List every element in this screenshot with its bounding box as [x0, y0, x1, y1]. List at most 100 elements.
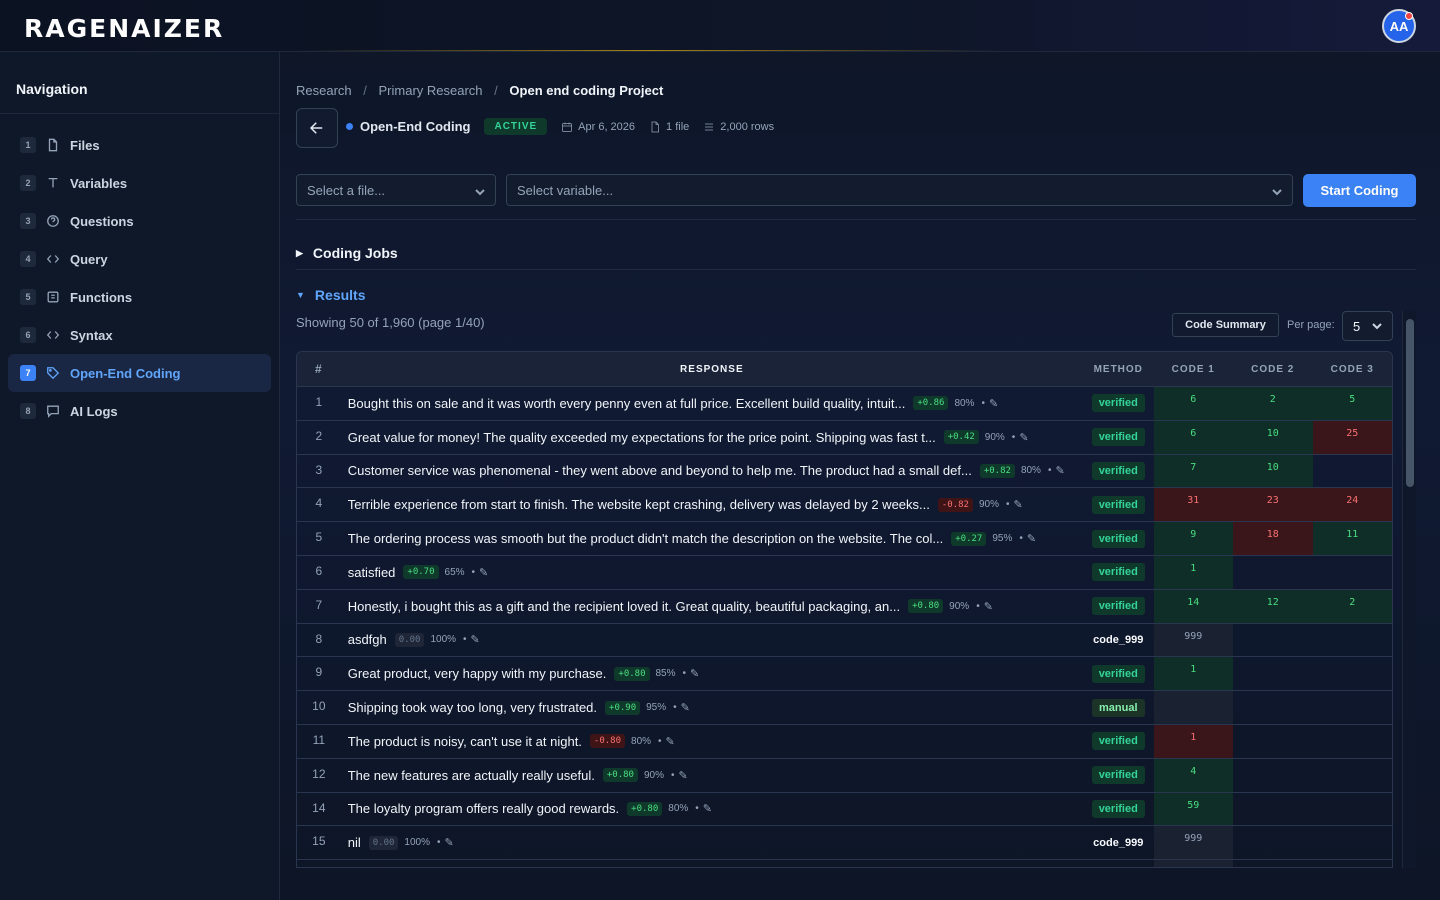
- table-row[interactable]: 7 Honestly, i bought this as a gift and t…: [297, 589, 1392, 624]
- sentiment-score: +0.70: [403, 565, 439, 580]
- code-cell-1[interactable]: 6: [1153, 420, 1234, 454]
- edit-icon[interactable]: ✎: [984, 600, 993, 613]
- variable-select[interactable]: Select variable...: [506, 174, 1293, 206]
- start-coding-button[interactable]: Start Coding: [1303, 174, 1416, 207]
- table-row[interactable]: 12 The new features are actually really u…: [297, 758, 1392, 793]
- code-cell-1[interactable]: 1: [1153, 555, 1234, 589]
- edit-icon[interactable]: ✎: [1019, 431, 1028, 444]
- app-logo[interactable]: RAGENAIZER: [24, 14, 224, 43]
- code-cell-2[interactable]: 12: [1233, 589, 1313, 623]
- edit-icon[interactable]: ✎: [445, 836, 454, 849]
- edit-icon[interactable]: ✎: [681, 701, 690, 714]
- table-row[interactable]: 15 nil 0.00 100% • ✎ code_999 999: [297, 826, 1392, 861]
- sidebar-item-questions[interactable]: 3 Questions: [8, 202, 271, 240]
- code-cell-3[interactable]: [1313, 759, 1392, 792]
- code-cell-1[interactable]: [1153, 691, 1234, 724]
- code-cell-2[interactable]: 10: [1233, 454, 1313, 488]
- code-cell-2[interactable]: [1233, 657, 1312, 690]
- edit-icon[interactable]: ✎: [690, 667, 699, 680]
- edit-icon[interactable]: ✎: [666, 735, 675, 748]
- user-avatar[interactable]: AA: [1382, 9, 1416, 43]
- back-button[interactable]: [296, 108, 338, 148]
- code-summary-button[interactable]: Code Summary: [1172, 313, 1279, 337]
- method-badge: code_999: [1093, 836, 1144, 849]
- code-cell-3[interactable]: 5: [1312, 387, 1392, 420]
- file-select[interactable]: Select a file...: [296, 174, 496, 206]
- edit-icon[interactable]: ✎: [479, 566, 488, 579]
- code-cell-3[interactable]: [1313, 691, 1392, 724]
- code-cell-1[interactable]: 4: [1153, 758, 1234, 792]
- edit-icon[interactable]: ✎: [703, 802, 712, 815]
- code-cell-2[interactable]: 10: [1233, 420, 1313, 454]
- sidebar-item-files[interactable]: 1 Files: [8, 126, 271, 164]
- edit-icon[interactable]: ✎: [1027, 532, 1036, 545]
- table-row[interactable]: 5 The ordering process was smooth but the…: [297, 522, 1392, 556]
- code-cell-3[interactable]: [1313, 624, 1392, 657]
- breadcrumb-separator: /: [363, 83, 367, 98]
- scrollbar-thumb[interactable]: [1406, 319, 1414, 487]
- code-cell-3[interactable]: 11: [1312, 522, 1392, 555]
- table-row[interactable]: 11 The product is noisy, can't use it at …: [297, 724, 1392, 759]
- code-cell-2[interactable]: [1233, 725, 1312, 758]
- code-cell-2[interactable]: [1233, 826, 1312, 859]
- sidebar-item-functions[interactable]: 5 Functions: [8, 278, 271, 316]
- breadcrumb-primary-research[interactable]: Primary Research: [379, 83, 483, 98]
- table-row[interactable]: 6 satisfied +0.70 65% • ✎ verified 1: [297, 555, 1392, 590]
- table-row[interactable]: 4 Terrible experience from start to finis…: [297, 488, 1392, 523]
- per-page-select[interactable]: 5: [1342, 311, 1393, 341]
- code-cell-1[interactable]: 7: [1153, 454, 1234, 488]
- code-cell-1[interactable]: 59: [1153, 792, 1234, 826]
- table-row[interactable]: 3 Customer service was phenomenal - they …: [297, 454, 1392, 489]
- code-cell-3[interactable]: [1313, 860, 1392, 867]
- code-cell-2[interactable]: [1233, 691, 1312, 724]
- results-toggle[interactable]: ▼ Results: [296, 287, 366, 303]
- code-cell-1[interactable]: 6: [1153, 387, 1234, 420]
- table-row[interactable]: 14 The loyalty program offers really good…: [297, 792, 1392, 827]
- code-cell-3[interactable]: 2: [1312, 589, 1392, 623]
- code-cell-3[interactable]: [1313, 793, 1392, 826]
- edit-icon[interactable]: ✎: [678, 769, 687, 782]
- sidebar-item-query[interactable]: 4 Query: [8, 240, 271, 278]
- code-cell-2[interactable]: [1233, 759, 1312, 792]
- code-cell-1[interactable]: 14: [1153, 589, 1234, 623]
- edit-icon[interactable]: ✎: [1055, 464, 1064, 477]
- table-row[interactable]: 10 Shipping took way too long, very frust…: [297, 691, 1392, 725]
- code-cell-2[interactable]: [1233, 624, 1312, 657]
- code-cell-2[interactable]: 18: [1233, 522, 1313, 555]
- edit-icon[interactable]: ✎: [471, 633, 480, 646]
- code-cell-3[interactable]: [1313, 657, 1392, 690]
- code-cell-1[interactable]: 999: [1153, 623, 1234, 657]
- code-cell-2[interactable]: [1233, 556, 1312, 589]
- table-row[interactable]: 999: [297, 860, 1392, 867]
- sidebar-item-syntax[interactable]: 6 Syntax: [8, 316, 271, 354]
- code-cell-2[interactable]: 2: [1233, 387, 1313, 420]
- code-cell-3[interactable]: [1313, 826, 1392, 859]
- code-cell-2[interactable]: [1233, 793, 1312, 826]
- code-cell-1[interactable]: 1: [1153, 657, 1234, 691]
- sidebar-item-open-end-coding[interactable]: 7 Open-End Coding: [8, 354, 271, 392]
- coding-jobs-toggle[interactable]: ▶ Coding Jobs: [296, 245, 398, 261]
- breadcrumb-research[interactable]: Research: [296, 83, 352, 98]
- code-cell-2[interactable]: 23: [1233, 488, 1313, 522]
- code-cell-1[interactable]: 31: [1153, 488, 1234, 522]
- table-scrollbar[interactable]: [1402, 311, 1416, 868]
- code-cell-1[interactable]: 1: [1153, 724, 1234, 758]
- table-row[interactable]: 9 Great product, very happy with my purch…: [297, 657, 1392, 692]
- table-row[interactable]: 2 Great value for money! The quality exce…: [297, 420, 1392, 455]
- code-cell-3[interactable]: 24: [1312, 488, 1392, 522]
- code-cell-3[interactable]: [1313, 725, 1392, 758]
- row-number: 5: [315, 530, 323, 545]
- sidebar-item-variables[interactable]: 2 Variables: [8, 164, 271, 202]
- edit-icon[interactable]: ✎: [1014, 498, 1023, 511]
- edit-icon[interactable]: ✎: [989, 397, 998, 410]
- code-cell-3[interactable]: [1313, 455, 1392, 488]
- code-cell-2[interactable]: [1233, 860, 1312, 867]
- code-cell-3[interactable]: [1313, 556, 1392, 589]
- code-cell-1[interactable]: 999: [1153, 860, 1234, 867]
- code-cell-1[interactable]: 999: [1153, 826, 1234, 860]
- table-row[interactable]: 8 asdfgh 0.00 100% • ✎ code_999 999: [297, 623, 1392, 658]
- table-row[interactable]: 1 Bought this on sale and it was worth ev…: [297, 387, 1392, 421]
- code-cell-1[interactable]: 9: [1153, 522, 1234, 555]
- sidebar-item-ai-logs[interactable]: 8 AI Logs: [8, 392, 271, 430]
- code-cell-3[interactable]: 25: [1312, 420, 1392, 454]
